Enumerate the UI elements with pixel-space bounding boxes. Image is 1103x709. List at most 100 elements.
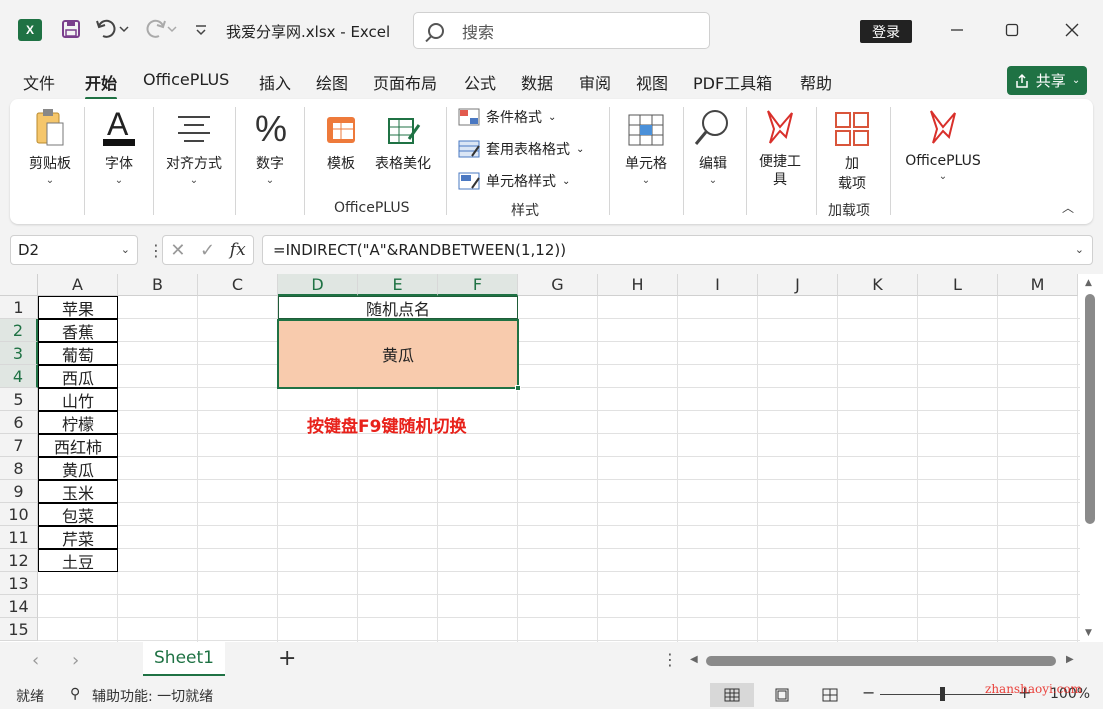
formula-input[interactable]: =INDIRECT("A"&RANDBETWEEN(1,12)) ⌄ <box>262 235 1093 265</box>
select-all-corner[interactable] <box>0 274 38 296</box>
row-header-8[interactable]: 8 <box>0 457 38 480</box>
row-header-3[interactable]: 3 <box>0 342 38 365</box>
vertical-scrollbar[interactable]: ▲ ▼ <box>1080 274 1103 642</box>
quick-tools-button[interactable]: 便捷工具 <box>754 105 806 189</box>
cell-a11[interactable]: 芹菜 <box>38 526 118 549</box>
tab-pdf-tools[interactable]: PDF工具箱 <box>693 70 772 94</box>
cell-a5[interactable]: 山竹 <box>38 388 118 411</box>
cell-a6[interactable]: 柠檬 <box>38 411 118 434</box>
tab-view[interactable]: 视图 <box>636 70 668 94</box>
cell-a4[interactable]: 西瓜 <box>38 365 118 388</box>
prev-sheet-icon[interactable]: ‹ <box>32 650 39 671</box>
tab-file[interactable]: 文件 <box>23 70 55 94</box>
undo-icon[interactable] <box>93 17 131 41</box>
cell-a3[interactable]: 葡萄 <box>38 342 118 365</box>
alignment-button[interactable]: 对齐方式 ⌄ <box>160 105 228 186</box>
tab-draw[interactable]: 绘图 <box>316 70 348 94</box>
font-button[interactable]: A 字体 ⌄ <box>96 105 142 186</box>
cell-a7[interactable]: 西红柿 <box>38 434 118 457</box>
row-header-2[interactable]: 2 <box>0 319 38 342</box>
row-header-6[interactable]: 6 <box>0 411 38 434</box>
row-header-14[interactable]: 14 <box>0 595 38 618</box>
cancel-icon[interactable]: ✕ <box>170 240 185 261</box>
cell-a2[interactable]: 香蕉 <box>38 319 118 342</box>
officeplus-button[interactable]: OfficePLUS ⌄ <box>896 105 990 182</box>
table-beautify-button[interactable]: 表格美化 <box>368 105 438 173</box>
redo-icon[interactable] <box>141 17 179 41</box>
cell-a9[interactable]: 玉米 <box>38 480 118 503</box>
addins-button[interactable]: 加 载项 <box>828 105 876 193</box>
tab-help[interactable]: 帮助 <box>800 70 832 94</box>
cells-button[interactable]: 单元格 ⌄ <box>616 105 676 186</box>
row-header-4[interactable]: 4 <box>0 365 38 388</box>
scroll-up-icon[interactable]: ▲ <box>1085 278 1092 288</box>
title-cell[interactable]: 随机点名 <box>278 296 518 319</box>
tab-data[interactable]: 数据 <box>521 70 553 94</box>
share-button[interactable]: 共享 ⌄ <box>1007 66 1087 95</box>
row-header-9[interactable]: 9 <box>0 480 38 503</box>
page-layout-view-button[interactable] <box>760 683 804 707</box>
horizontal-scroll-thumb[interactable] <box>706 656 1056 666</box>
format-as-table-button[interactable]: 套用表格格式 ⌄ <box>458 139 584 159</box>
chevron-down-icon[interactable]: ⌄ <box>1075 243 1084 256</box>
column-header-d[interactable]: D <box>278 274 358 296</box>
normal-view-button[interactable] <box>710 683 754 707</box>
add-sheet-icon[interactable]: + <box>278 646 296 671</box>
scroll-right-icon[interactable]: ▶ <box>1066 654 1074 665</box>
column-header-k[interactable]: K <box>838 274 918 296</box>
row-header-12[interactable]: 12 <box>0 549 38 572</box>
tab-home[interactable]: 开始 <box>85 70 118 100</box>
column-header-e[interactable]: E <box>358 274 438 296</box>
cell-styles-button[interactable]: 单元格样式 ⌄ <box>458 171 570 191</box>
conditional-format-button[interactable]: 条件格式 ⌄ <box>458 107 556 127</box>
login-button[interactable]: 登录 <box>860 20 912 43</box>
clipboard-button[interactable]: 剪贴板 ⌄ <box>24 105 76 186</box>
row-header-10[interactable]: 10 <box>0 503 38 526</box>
horizontal-scrollbar[interactable]: ◀ ▶ <box>690 654 1080 668</box>
scroll-left-icon[interactable]: ◀ <box>690 654 698 665</box>
vertical-scroll-thumb[interactable] <box>1085 294 1095 524</box>
insert-function-button[interactable]: fx <box>230 240 246 260</box>
column-header-i[interactable]: I <box>678 274 758 296</box>
number-button[interactable]: % 数字 ⌄ <box>246 105 294 186</box>
zoom-slider-handle[interactable] <box>940 687 945 701</box>
next-sheet-icon[interactable]: › <box>72 650 79 671</box>
maximize-icon[interactable] <box>1000 18 1024 42</box>
page-break-view-button[interactable] <box>808 683 852 707</box>
cell-a12[interactable]: 土豆 <box>38 549 118 572</box>
row-header-7[interactable]: 7 <box>0 434 38 457</box>
column-header-m[interactable]: M <box>998 274 1078 296</box>
row-header-15[interactable]: 15 <box>0 618 38 641</box>
scroll-down-icon[interactable]: ▼ <box>1085 628 1092 638</box>
editing-button[interactable]: 编辑 ⌄ <box>690 105 736 186</box>
template-button[interactable]: 模板 <box>318 105 364 173</box>
tab-formulas[interactable]: 公式 <box>464 70 496 94</box>
close-icon[interactable] <box>1060 18 1084 42</box>
cell-a10[interactable]: 包菜 <box>38 503 118 526</box>
name-box[interactable]: D2 ⌄ <box>10 235 138 265</box>
tab-insert[interactable]: 插入 <box>259 70 291 94</box>
zoom-out-icon[interactable]: − <box>862 683 875 702</box>
minimize-icon[interactable] <box>945 18 969 42</box>
column-header-j[interactable]: J <box>758 274 838 296</box>
sheet-tab-sheet1[interactable]: Sheet1 <box>143 642 225 676</box>
column-header-f[interactable]: F <box>438 274 518 296</box>
collapse-ribbon-icon[interactable]: ︿ <box>1062 199 1074 216</box>
column-header-a[interactable]: A <box>38 274 118 296</box>
accessibility-icon[interactable]: ⚲ <box>70 686 80 702</box>
row-header-13[interactable]: 13 <box>0 572 38 595</box>
result-cell[interactable]: 黄瓜 <box>277 319 521 391</box>
search-box[interactable]: 搜索 <box>413 12 710 49</box>
tab-review[interactable]: 审阅 <box>579 70 611 94</box>
more-options-icon[interactable]: ⋮ <box>662 650 678 669</box>
column-header-h[interactable]: H <box>598 274 678 296</box>
cell-a8[interactable]: 黄瓜 <box>38 457 118 480</box>
save-icon[interactable] <box>60 18 82 40</box>
customize-qat-icon[interactable] <box>193 20 209 40</box>
tab-officeplus[interactable]: OfficePLUS <box>143 70 229 89</box>
column-header-g[interactable]: G <box>518 274 598 296</box>
column-header-l[interactable]: L <box>918 274 998 296</box>
tab-page-layout[interactable]: 页面布局 <box>373 70 437 94</box>
row-header-1[interactable]: 1 <box>0 296 38 319</box>
spreadsheet-grid[interactable]: ABCDEFGHIJKLM 1 2 3 4 5 6 7 8 9 10 11 12 13 14 15 苹果 香蕉… <box>0 274 1080 642</box>
